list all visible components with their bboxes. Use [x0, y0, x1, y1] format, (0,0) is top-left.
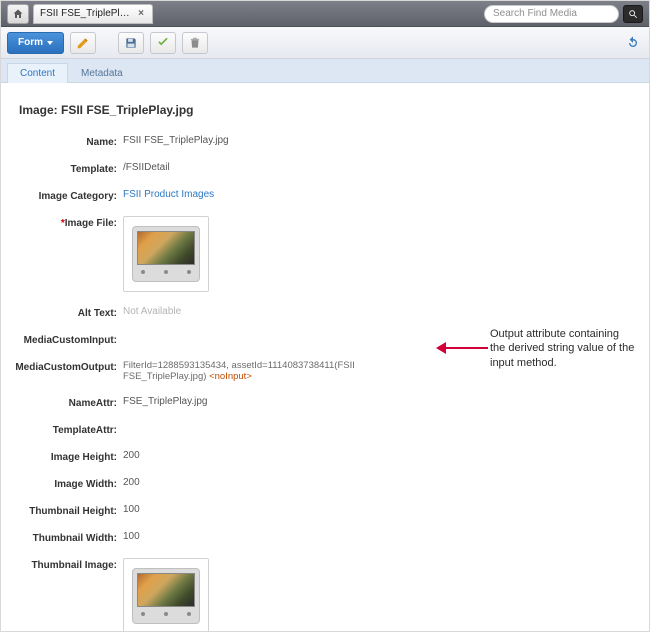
edit-button[interactable] — [70, 32, 96, 54]
label-templateattr: TemplateAttr: — [15, 423, 123, 436]
label-alttext: Alt Text: — [15, 306, 123, 319]
tab-metadata[interactable]: Metadata — [68, 63, 136, 83]
image-preview[interactable] — [123, 216, 209, 292]
home-icon — [12, 8, 24, 20]
label-mco: MediaCustomOutput: — [15, 360, 123, 373]
label-thumbh: Thumbnail Height: — [15, 504, 123, 517]
home-button[interactable] — [7, 4, 29, 24]
search-area — [484, 5, 643, 23]
app-window: FSII FSE_TriplePl… × Form — [0, 0, 650, 632]
field-thumbh: Thumbnail Height: 100 — [15, 504, 639, 517]
field-nameattr: NameAttr: FSE_TriplePlay.jpg — [15, 396, 639, 409]
field-imageheight: Image Height: 200 — [15, 450, 639, 463]
refresh-button[interactable] — [623, 33, 643, 53]
field-mco: MediaCustomOutput: FilterId=128859313543… — [15, 360, 639, 382]
value-mco: FilterId=1288593135434, assetId=11140837… — [123, 360, 433, 382]
form-view-label: Form — [18, 37, 43, 48]
field-thumbimage: Thumbnail Image: — [15, 558, 639, 631]
label-imagewidth: Image Width: — [15, 477, 123, 490]
check-icon — [156, 36, 170, 50]
save-icon — [124, 36, 138, 50]
search-input[interactable] — [484, 5, 619, 23]
page-title: Image: FSII FSE_TriplePlay.jpg — [19, 103, 639, 117]
label-imageheight: Image Height: — [15, 450, 123, 463]
value-name: FSII FSE_TriplePlay.jpg — [123, 135, 229, 146]
pencil-icon — [76, 36, 90, 50]
label-thumbimage: Thumbnail Image: — [15, 558, 123, 571]
tv-icon — [132, 226, 200, 282]
label-imagefile: *Image File: — [15, 216, 123, 229]
value-imagefile — [123, 216, 209, 292]
save-button[interactable] — [118, 32, 144, 54]
field-template: Template: /FSIIDetail — [15, 162, 639, 175]
sub-tabs: Content Metadata — [1, 59, 649, 83]
value-thumbimage — [123, 558, 209, 631]
search-icon — [628, 9, 638, 19]
value-mco-noinput: <noInput> — [209, 371, 252, 382]
field-templateattr: TemplateAttr: — [15, 423, 639, 436]
thumbnail-preview[interactable] — [123, 558, 209, 631]
tab-content[interactable]: Content — [7, 63, 68, 83]
field-alttext: Alt Text: Not Available — [15, 306, 639, 319]
label-template: Template: — [15, 162, 123, 175]
trash-icon — [188, 36, 202, 50]
value-thumbh: 100 — [123, 504, 140, 515]
delete-button[interactable] — [182, 32, 208, 54]
document-tab-label: FSII FSE_TriplePl… — [40, 8, 136, 19]
action-toolbar: Form — [1, 27, 649, 59]
value-imagewidth: 200 — [123, 477, 140, 488]
label-category: Image Category: — [15, 189, 123, 202]
refresh-icon — [625, 35, 641, 51]
field-mci: MediaCustomInput: — [15, 333, 639, 346]
field-thumbw: Thumbnail Width: 100 — [15, 531, 639, 544]
value-imageheight: 200 — [123, 450, 140, 461]
tv-icon — [132, 568, 200, 624]
title-bar: FSII FSE_TriplePl… × — [1, 1, 649, 27]
value-thumbw: 100 — [123, 531, 140, 542]
content-pane: Image: FSII FSE_TriplePlay.jpg Name: FSI… — [1, 83, 649, 631]
approve-button[interactable] — [150, 32, 176, 54]
label-name: Name: — [15, 135, 123, 148]
chevron-down-icon — [47, 41, 53, 45]
close-icon[interactable]: × — [136, 8, 146, 19]
label-nameattr: NameAttr: — [15, 396, 123, 409]
value-category[interactable]: FSII Product Images — [123, 189, 214, 200]
label-thumbw: Thumbnail Width: — [15, 531, 123, 544]
search-button[interactable] — [623, 5, 643, 23]
value-alttext: Not Available — [123, 306, 181, 317]
value-nameattr: FSE_TriplePlay.jpg — [123, 396, 207, 407]
field-imagefile: *Image File: — [15, 216, 639, 292]
field-imagewidth: Image Width: 200 — [15, 477, 639, 490]
label-mci: MediaCustomInput: — [15, 333, 123, 346]
field-name: Name: FSII FSE_TriplePlay.jpg — [15, 135, 639, 148]
form-view-button[interactable]: Form — [7, 32, 64, 54]
document-tab[interactable]: FSII FSE_TriplePl… × — [33, 4, 153, 24]
field-category: Image Category: FSII Product Images — [15, 189, 639, 202]
value-template: /FSIIDetail — [123, 162, 170, 173]
